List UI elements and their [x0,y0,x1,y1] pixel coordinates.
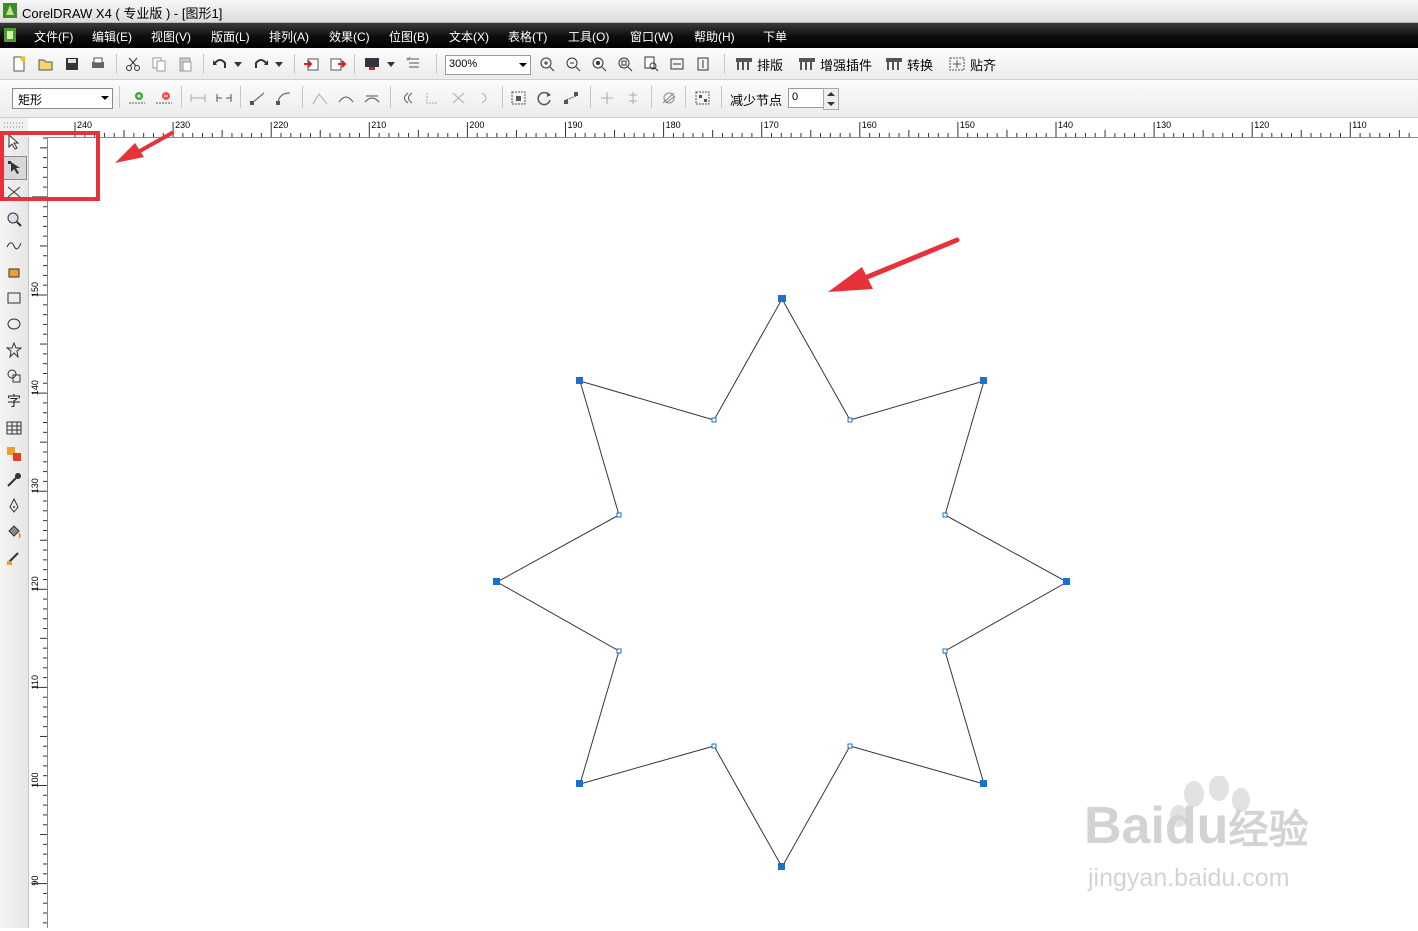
node-handle[interactable] [493,578,500,585]
node-handle[interactable] [711,417,717,423]
node-handle[interactable] [616,648,622,654]
star-nodes[interactable] [493,295,1070,870]
node-handle[interactable] [980,780,987,787]
selected-node[interactable] [778,295,786,302]
node-handle[interactable] [1063,578,1070,585]
node-handle[interactable] [942,512,948,518]
star-inner-nodes[interactable] [616,417,948,749]
watermark-url: jingyan.baidu.com [1088,864,1290,892]
annotation-arrow-tool [115,131,174,163]
node-handle[interactable] [980,377,987,384]
annotation-highlight-box [0,131,100,201]
node-handle[interactable] [711,743,717,749]
node-handle[interactable] [847,417,853,423]
node-handle[interactable] [576,377,583,384]
node-handle[interactable] [616,512,622,518]
node-handle[interactable] [847,743,853,749]
watermark-brand: Baidu [1084,797,1229,855]
node-handle[interactable] [942,648,948,654]
node-handle[interactable] [576,780,583,787]
baidu-watermark: Baidu经验 jingyan.baidu.com [1084,775,1344,896]
annotation-arrow-star [828,237,960,292]
watermark-brand-cn: 经验 [1228,808,1309,852]
node-handle[interactable] [778,863,785,870]
